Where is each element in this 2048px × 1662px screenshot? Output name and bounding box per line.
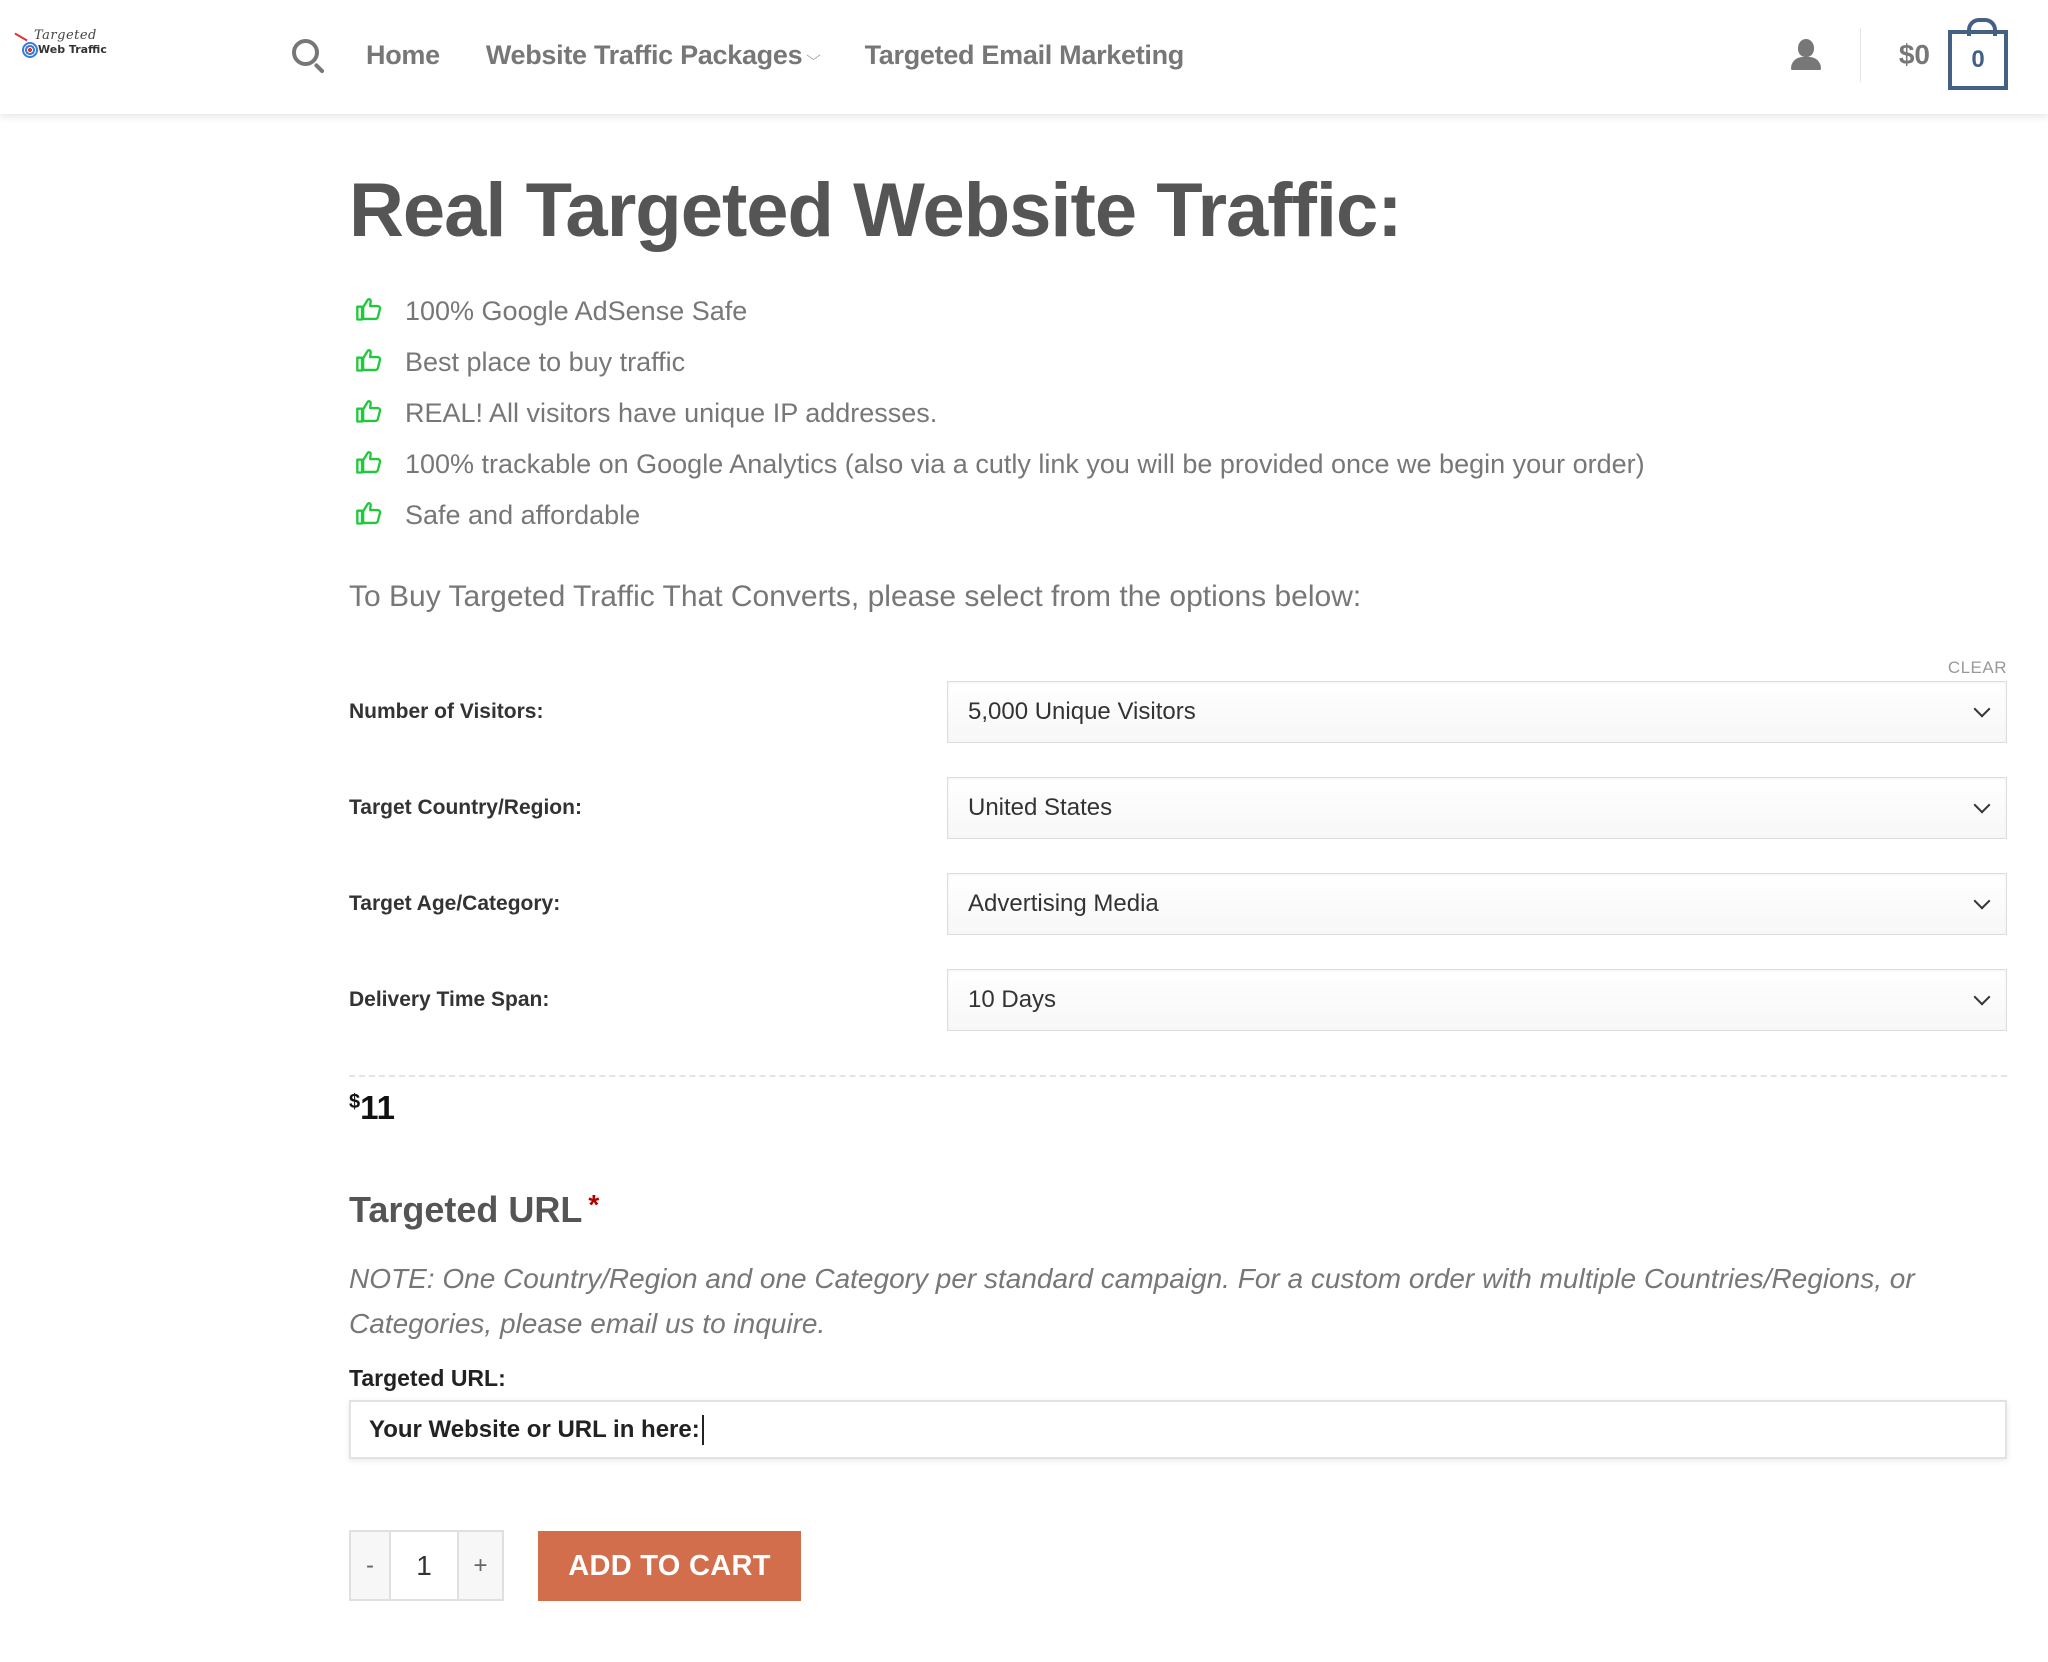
campaign-note: NOTE: One Country/Region and one Categor…: [349, 1263, 1915, 1339]
feature-text: 100% Google AdSense Safe: [405, 296, 748, 326]
feature-text: Safe and affordable: [405, 500, 641, 530]
variation-row-delivery: Delivery Time Span: 10 Days: [349, 969, 2007, 1031]
country-label: Target Country/Region:: [349, 796, 582, 819]
variation-row-category: Target Age/Category: Advertising Media: [349, 873, 2007, 935]
nav-home-label: Home: [366, 39, 440, 70]
chevron-down-icon: ⌵: [806, 46, 821, 63]
header-account-cart: $0 0: [1790, 18, 2008, 90]
site-header: Targeted Web Traffic Home Website Traffi…: [0, 0, 2048, 114]
variation-row-country: Target Country/Region: United States: [349, 777, 2007, 839]
delivery-label: Delivery Time Span:: [349, 988, 550, 1011]
feature-item: Best place to buy traffic: [349, 337, 1645, 388]
feature-text: 100% trackable on Google Analytics (also…: [405, 449, 1645, 479]
targeted-url-input[interactable]: Your Website or URL in here:: [349, 1400, 2007, 1459]
quantity-stepper: - 1 +: [349, 1530, 504, 1601]
feature-item: 100% Google AdSense Safe: [349, 286, 1645, 337]
category-label: Target Age/Category:: [349, 892, 561, 915]
visitors-select[interactable]: 5,000 Unique Visitors: [947, 681, 2007, 743]
feature-item: 100% trackable on Google Analytics (also…: [349, 439, 1645, 490]
main-nav: Home Website Traffic Packages ⌵ Targeted…: [290, 30, 1230, 80]
visitors-label: Number of Visitors:: [349, 700, 544, 723]
quantity-decrease-button[interactable]: -: [351, 1532, 391, 1599]
nav-packages-label: Website Traffic Packages: [485, 39, 803, 70]
site-logo[interactable]: Targeted Web Traffic: [12, 28, 112, 62]
quantity-increase-button[interactable]: +: [457, 1532, 502, 1599]
chevron-down-icon: [1973, 700, 1991, 718]
delivery-select[interactable]: 10 Days: [947, 969, 2007, 1031]
thumbs-up-icon: [356, 450, 382, 474]
text-caret: [701, 1414, 704, 1445]
category-select[interactable]: Advertising Media: [947, 873, 2007, 935]
feature-text: REAL! All visitors have unique IP addres…: [405, 398, 938, 428]
quantity-input[interactable]: 1: [391, 1532, 457, 1599]
chevron-down-icon: [1973, 892, 1991, 910]
chevron-down-icon: [1973, 796, 1991, 814]
thumbs-up-icon: [356, 297, 382, 321]
thumbs-up-icon: [356, 399, 382, 423]
thumbs-up-icon: [356, 348, 382, 372]
clear-selection-link[interactable]: CLEAR: [1948, 658, 2007, 678]
visitors-selected-value: 5,000 Unique Visitors: [968, 698, 1196, 725]
cart-count-badge: 0: [1971, 46, 1985, 73]
category-selected-value: Advertising Media: [968, 890, 1159, 917]
targeted-url-label: Targeted URL:: [349, 1365, 506, 1391]
nav-email-label: Targeted Email Marketing: [864, 39, 1185, 70]
delivery-selected-value: 10 Days: [968, 986, 1057, 1013]
targeted-url-value: Your Website or URL in here:: [369, 1415, 700, 1443]
nav-website-traffic-packages[interactable]: Website Traffic Packages ⌵: [485, 39, 821, 71]
targeted-url-heading: Targeted URL *: [349, 1189, 599, 1231]
page-title: Real Targeted Website Traffic:: [349, 168, 1403, 253]
product-price: $ 11: [349, 1089, 395, 1127]
price-currency: $: [349, 1091, 361, 1113]
logo-target-icon: [22, 42, 38, 58]
logo-main-text: Web Traffic: [38, 43, 107, 56]
required-marker: *: [588, 1189, 600, 1220]
targeted-url-heading-text: Targeted URL: [349, 1189, 583, 1230]
cart-total[interactable]: $0: [1899, 39, 1930, 71]
thumbs-up-icon: [356, 501, 382, 525]
chevron-down-icon: [1973, 988, 1991, 1006]
search-icon[interactable]: [290, 37, 326, 74]
price-amount: 11: [360, 1089, 396, 1126]
nav-targeted-email-marketing[interactable]: Targeted Email Marketing: [864, 39, 1185, 71]
intro-text: To Buy Targeted Traffic That Converts, p…: [349, 580, 1362, 613]
user-icon[interactable]: [1790, 39, 1822, 71]
cart-bag-icon[interactable]: 0: [1948, 18, 2008, 90]
country-selected-value: United States: [968, 794, 1113, 821]
feature-list: 100% Google AdSense Safe Best place to b…: [349, 286, 1645, 541]
add-to-cart-button[interactable]: ADD TO CART: [538, 1531, 801, 1601]
nav-home[interactable]: Home: [366, 40, 440, 71]
feature-item: REAL! All visitors have unique IP addres…: [349, 388, 1645, 439]
logo-arrow-icon: [14, 32, 28, 42]
country-select[interactable]: United States: [947, 777, 2007, 839]
logo-script-text: Targeted: [34, 28, 97, 43]
feature-text: Best place to buy traffic: [405, 347, 686, 377]
price-divider: [349, 1075, 2007, 1077]
header-divider: [1859, 28, 1861, 82]
feature-item: Safe and affordable: [349, 490, 1645, 541]
variation-row-visitors: Number of Visitors: 5,000 Unique Visitor…: [349, 681, 2007, 743]
